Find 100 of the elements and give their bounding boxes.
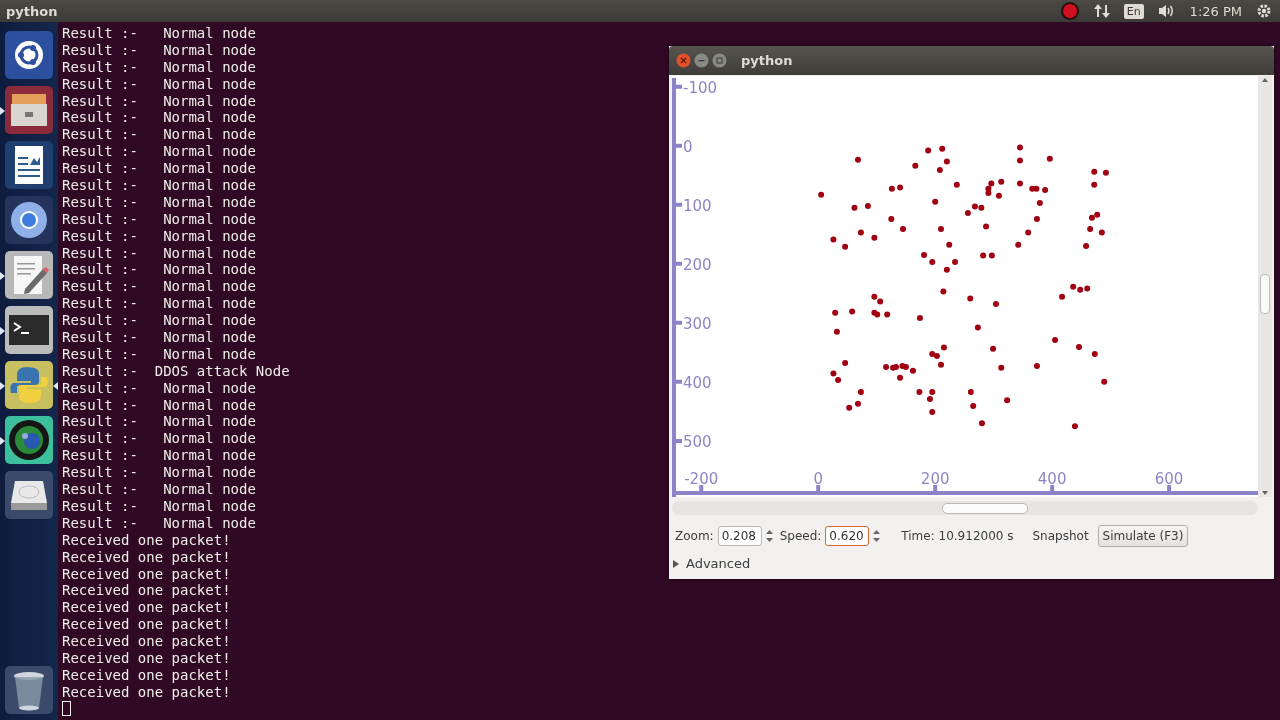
advanced-expander[interactable]: Advanced [672,556,751,571]
data-point [1091,168,1098,175]
vertical-scrollbar[interactable] [1258,76,1272,497]
tick-label: 100 [683,196,712,215]
terminal-line: Received one packet! [62,616,231,634]
data-point [818,191,825,198]
zoom-field[interactable]: 0.208 [717,526,762,546]
simulate-button[interactable]: Simulate (F3) [1097,525,1189,547]
network-icon[interactable] [1093,3,1110,19]
data-point [967,295,974,302]
data-point [833,328,840,335]
data-point [995,192,1002,199]
terminal-line: Result :- Normal node [62,109,256,127]
terminal-line: Result :- Normal node [62,413,256,431]
terminal-line: Result :- Normal node [62,464,256,482]
data-point [998,178,1005,185]
data-point [1004,397,1011,404]
data-point [1033,215,1040,222]
window-title: python [741,53,793,68]
data-point [953,181,960,188]
terminal-line: Received one packet! [62,649,231,667]
tick-label: 200 [683,255,712,274]
data-point [916,388,923,395]
data-point [864,202,871,209]
horizontal-scrollbar[interactable] [672,501,1258,515]
data-point [884,311,891,318]
time-readout: Time: 10.912000 s [901,529,1014,543]
maximize-icon[interactable] [712,53,727,68]
clock[interactable]: 1:26 PM [1189,3,1242,19]
data-point [851,204,858,211]
keyboard-layout-indicator[interactable]: En [1123,3,1144,19]
circle-logo-icon[interactable] [5,31,53,79]
drawer-icon[interactable] [5,86,53,134]
scroll-down-arrow-icon[interactable] [1261,489,1269,497]
document-icon[interactable] [5,141,53,189]
terminal-line: Result :- Normal node [62,514,256,532]
data-point [990,345,997,352]
data-point [842,359,849,366]
data-point [1098,229,1105,236]
terminal-line: Result :- Normal node [62,447,256,465]
lens-icon[interactable] [5,416,53,464]
terminal-line: Received one packet! [62,582,231,600]
terminal-line: Result :- Normal node [62,396,256,414]
scroll-up-arrow-icon[interactable] [1261,76,1269,84]
terminal-line: Result :- Normal node [62,143,256,161]
terminal-line: Result :- Normal node [62,126,256,144]
data-point [1101,378,1108,385]
terminal-line: Result :- Normal node [62,210,256,228]
data-point [912,162,919,169]
data-point [900,225,906,232]
tick-label: 400 [683,373,712,392]
terminal-line: Result :- Normal node [62,329,256,346]
minimize-icon[interactable] [694,53,709,68]
terminal-line: Result :- Normal node [62,25,256,42]
data-point [888,215,895,222]
data-point [1071,423,1078,430]
tick-label: -100 [683,78,718,97]
pencil-note-icon[interactable] [5,251,53,299]
scrollbar-thumb[interactable] [942,503,1028,514]
close-icon[interactable] [676,53,691,68]
ring-icon[interactable] [5,196,53,244]
simulation-canvas[interactable]: -100 0 100 200 300 400 500 -200 0 200 400 600 [672,76,1258,497]
data-point [970,403,977,410]
expander-triangle-icon[interactable] [672,558,680,569]
terminal-line: Result :- Normal node [62,92,256,110]
tick-label: 0 [813,470,823,488]
trash-icon[interactable] [5,666,53,714]
tick-label: 500 [683,432,712,451]
data-point [1059,293,1066,300]
data-point [857,388,864,395]
spin-arrows-icon[interactable] [872,529,882,543]
snake-logo-icon[interactable] [5,361,53,409]
terminal-line: Result :- Normal node [62,345,256,363]
disk-drive-icon[interactable] [5,471,53,519]
data-point [1015,241,1022,248]
terminal-line: Result :- Normal node [62,193,256,211]
terminal-line: Received one packet! [62,548,231,566]
terminal-line: Result :- Normal node [62,244,256,262]
terminal-line: Result :- Normal node [62,58,256,76]
data-point [938,225,944,232]
data-point [857,229,864,236]
data-point [932,198,939,205]
record-icon[interactable] [1059,1,1080,21]
settings-icon[interactable] [1256,3,1272,19]
spin-arrows-icon[interactable] [764,529,774,543]
data-point [1052,336,1059,343]
data-point [974,324,981,331]
terminal-line: Received one packet! [62,599,231,617]
terminal-line: Result :- DDOS attack Node [62,362,290,380]
speed-field[interactable]: 0.620 [825,526,870,546]
terminal-line: Received one packet! [62,565,231,583]
scrollbar-thumb[interactable] [1260,274,1270,314]
data-point [830,236,837,243]
volume-icon[interactable] [1157,3,1176,19]
data-point [943,266,950,273]
data-point [946,241,953,248]
tick-label: 600 [1154,470,1184,488]
terminal-icon[interactable] [5,306,53,354]
snapshot-button[interactable]: Snapshot [1029,526,1092,546]
terminal-line: Result :- Normal node [62,312,256,330]
